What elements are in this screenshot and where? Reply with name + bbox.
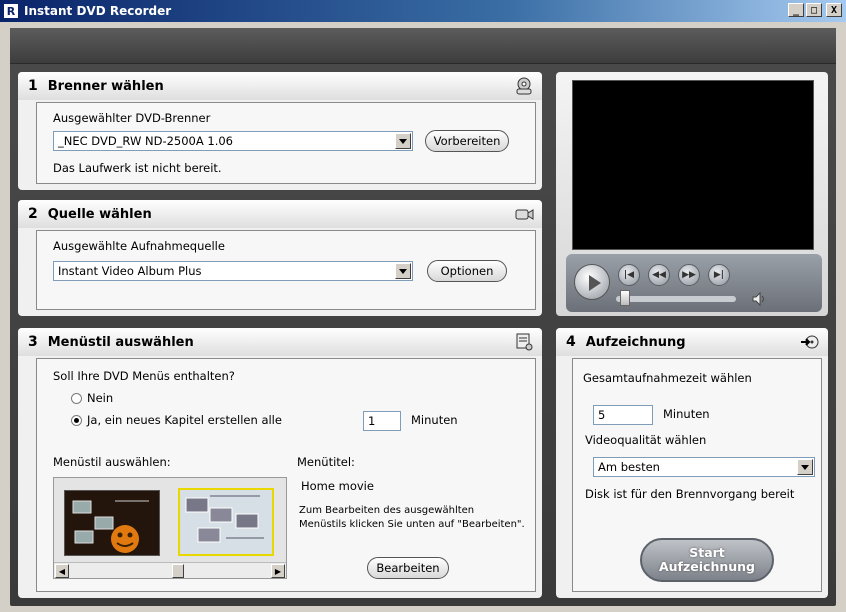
edit-hint-line2: Menüstils klicken Sie unten auf "Bearbei… <box>299 519 525 530</box>
minimize-button[interactable]: _ <box>788 3 804 17</box>
panel-burner-header: 1 Brenner wählen <box>18 72 542 100</box>
edit-hint-line1: Zum Bearbeiten des ausgewählten <box>299 505 475 516</box>
header-bar <box>10 28 836 64</box>
fast-forward-icon[interactable]: ▶▶ <box>678 264 700 286</box>
record-arrow-icon <box>801 335 819 349</box>
menu-style-thumbnail-selected[interactable] <box>178 488 274 556</box>
panel-title: Menüstil auswählen <box>47 334 194 350</box>
panel-title: Aufzeichnung <box>585 334 686 350</box>
burner-group: Ausgewählter DVD-Brenner _NEC DVD_RW ND-… <box>36 102 536 184</box>
prepare-button[interactable]: Vorbereiten <box>425 130 509 152</box>
source-select-value: Instant Video Album Plus <box>58 264 202 278</box>
panel-title: Quelle wählen <box>47 206 152 222</box>
step-number: 1 <box>28 78 38 94</box>
menu-question: Soll Ihre DVD Menüs enthalten? <box>53 369 235 383</box>
source-group: Ausgewählte Aufnahmequelle Instant Video… <box>36 230 536 310</box>
maximize-button[interactable]: □ <box>806 3 822 17</box>
step-number: 3 <box>28 334 38 350</box>
drive-label: Ausgewählter DVD-Brenner <box>53 111 211 125</box>
radio-no-label: Nein <box>87 391 114 405</box>
window-title: Instant DVD Recorder <box>24 4 172 18</box>
quality-select[interactable]: Am besten <box>593 457 815 477</box>
scroll-left-icon[interactable]: ◀ <box>55 564 69 578</box>
chevron-down-icon[interactable] <box>797 459 813 475</box>
style-label: Menüstil auswählen: <box>53 455 171 469</box>
player-controls: |◀ ◀◀ ▶▶ ▶| <box>566 254 822 312</box>
drive-select-value: _NEC DVD_RW ND-2500A 1.06 <box>58 134 233 148</box>
chapter-interval-input[interactable]: 1 <box>363 411 401 431</box>
radio-yes-label: Ja, ein neues Kapitel erstellen alle <box>87 413 282 427</box>
radio-no[interactable] <box>71 393 82 404</box>
source-select[interactable]: Instant Video Album Plus <box>53 261 413 281</box>
panel-title: Brenner wählen <box>47 78 164 94</box>
window-controls: _ □ X <box>788 3 842 17</box>
panel-menu-header: 3 Menüstil auswählen <box>18 328 542 356</box>
source-label: Ausgewählte Aufnahmequelle <box>53 239 225 253</box>
recording-time-input[interactable]: 5 <box>593 405 653 425</box>
chevron-down-icon[interactable] <box>395 133 411 149</box>
step-number: 4 <box>566 334 576 350</box>
close-button[interactable]: X <box>826 3 842 17</box>
panel-source-header: 2 Quelle wählen <box>18 200 542 228</box>
quality-select-value: Am besten <box>598 460 660 474</box>
quality-label: Videoqualität wählen <box>585 433 707 447</box>
panel-burner: 1 Brenner wählen Ausgewählter DVD-Brenne… <box>18 72 542 190</box>
speaker-icon[interactable] <box>752 292 768 306</box>
time-label: Gesamtaufnahmezeit wählen <box>583 371 752 385</box>
skip-forward-icon[interactable]: ▶| <box>708 264 730 286</box>
menu-style-thumbnail[interactable] <box>64 490 160 556</box>
chevron-down-icon[interactable] <box>395 263 411 279</box>
menu-title-label: Menütitel: <box>297 455 355 469</box>
start-recording-button[interactable]: Start Aufzeichnung <box>640 538 774 582</box>
position-slider-thumb[interactable] <box>620 290 630 306</box>
disk-status: Disk ist für den Brennvorgang bereit <box>585 487 795 501</box>
preview-screen <box>572 80 814 250</box>
drive-select[interactable]: _NEC DVD_RW ND-2500A 1.06 <box>53 131 413 151</box>
panel-menu-style: 3 Menüstil auswählen Soll Ihre DVD Menüs… <box>18 328 542 598</box>
skip-back-icon[interactable]: |◀ <box>618 264 640 286</box>
recording-time-unit: Minuten <box>663 407 710 421</box>
app-icon: R <box>3 3 19 19</box>
step-number: 2 <box>28 206 38 222</box>
start-label-line1: Start <box>689 545 725 560</box>
scroll-thumb[interactable] <box>172 564 184 578</box>
scroll-right-icon[interactable]: ▶ <box>271 564 285 578</box>
chapter-interval-unit: Minuten <box>411 413 458 427</box>
options-button[interactable]: Optionen <box>427 260 507 282</box>
menu-style-icon <box>516 333 533 351</box>
menu-group: Soll Ihre DVD Menüs enthalten? Nein Ja, … <box>36 358 536 592</box>
drive-status: Das Laufwerk ist nicht bereit. <box>53 161 222 175</box>
panel-recording-header: 4 Aufzeichnung <box>556 328 828 356</box>
burner-icon <box>516 77 532 95</box>
rewind-icon[interactable]: ◀◀ <box>648 264 670 286</box>
title-bar: R Instant DVD Recorder _ □ X <box>0 0 846 22</box>
gallery-scrollbar[interactable]: ◀ ▶ <box>54 562 286 578</box>
edit-button[interactable]: Bearbeiten <box>367 557 449 579</box>
menu-style-gallery: ◀ ▶ <box>53 477 287 579</box>
panel-source: 2 Quelle wählen Ausgewählte Aufnahmequel… <box>18 200 542 316</box>
radio-yes[interactable] <box>71 415 82 426</box>
start-label-line2: Aufzeichnung <box>658 559 755 574</box>
camcorder-icon <box>515 209 534 220</box>
video-preview: |◀ ◀◀ ▶▶ ▶| <box>556 72 828 316</box>
position-slider-track[interactable] <box>616 296 736 302</box>
play-icon[interactable] <box>574 264 610 300</box>
menu-title-value: Home movie <box>301 479 374 493</box>
